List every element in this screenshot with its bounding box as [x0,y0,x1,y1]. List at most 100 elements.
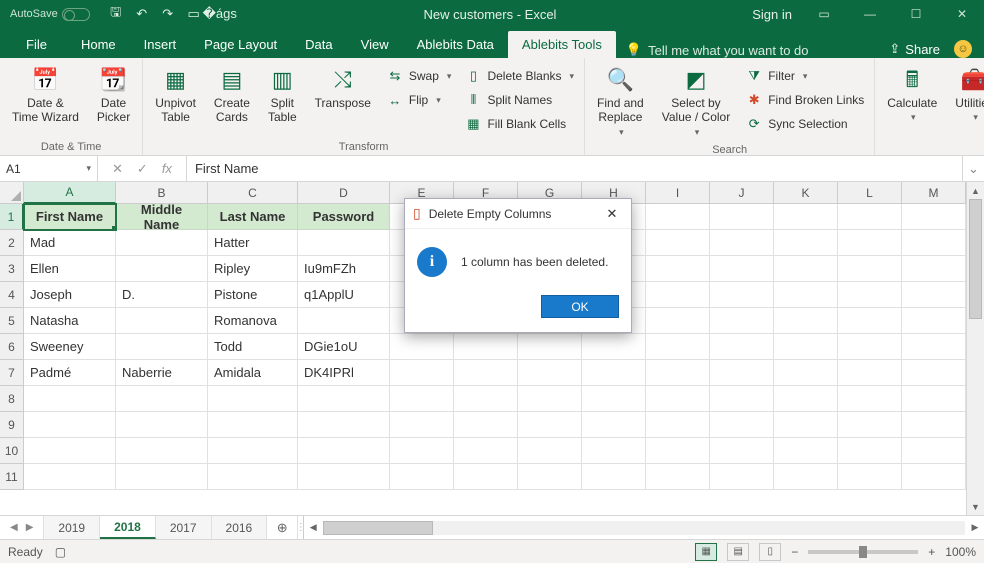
cell[interactable]: Password [298,204,390,230]
expand-formula-bar-icon[interactable]: ⌄ [962,156,984,181]
cell[interactable] [298,230,390,256]
cell[interactable] [518,412,582,438]
cell[interactable] [454,360,518,386]
column-header[interactable]: A [24,182,116,204]
new-file-icon[interactable]: ▭ [186,6,202,22]
save-icon[interactable]: 🖫 [108,6,124,22]
cell[interactable]: D. [116,282,208,308]
cell[interactable] [774,256,838,282]
column-header[interactable]: I [646,182,710,204]
cell[interactable] [518,334,582,360]
cell[interactable] [774,360,838,386]
cell[interactable]: Padmé [24,360,116,386]
cell[interactable] [838,230,902,256]
cell[interactable] [390,360,454,386]
cell[interactable] [298,412,390,438]
cell[interactable]: Romanova [208,308,298,334]
column-header[interactable]: D [298,182,390,204]
cell[interactable] [646,308,710,334]
cell[interactable] [774,412,838,438]
cell[interactable] [646,256,710,282]
calculate-button[interactable]: 🖩Calculate▾ [881,62,943,127]
cell[interactable] [710,308,774,334]
cell[interactable]: Naberrie [116,360,208,386]
horizontal-scrollbar[interactable]: ⋮ ◀ ▶ [297,516,984,539]
filter-button[interactable]: ⧩Filter▾ [742,66,868,86]
row-header[interactable]: 6 [0,334,24,360]
date-time-wizard-button[interactable]: 📅Date & Time Wizard [6,62,85,129]
cell[interactable] [390,438,454,464]
cell[interactable]: Ellen [24,256,116,282]
row-header[interactable]: 3 [0,256,24,282]
cell[interactable] [902,438,966,464]
column-header[interactable]: J [710,182,774,204]
cell[interactable] [838,282,902,308]
cell[interactable] [774,464,838,490]
share-button[interactable]: ⇪Share [889,41,940,57]
tell-me-search[interactable]: 💡 Tell me what you want to do [626,42,809,58]
row-header[interactable]: 5 [0,308,24,334]
cell[interactable] [646,464,710,490]
feedback-smiley-icon[interactable]: ☺ [954,40,972,58]
cell[interactable] [710,204,774,230]
cell[interactable] [24,464,116,490]
cell[interactable] [646,334,710,360]
utilities-button[interactable]: 🧰Utilities▾ [949,62,984,127]
cell[interactable] [838,334,902,360]
scroll-right-icon[interactable]: ▶ [966,522,984,533]
add-sheet-button[interactable]: ⊕ [267,516,297,539]
flip-button[interactable]: ↔Flip▾ [383,90,456,110]
cell[interactable] [710,438,774,464]
column-header[interactable]: K [774,182,838,204]
view-page-break-icon[interactable]: ▯ [759,543,781,561]
cell[interactable] [838,412,902,438]
cell[interactable]: Joseph [24,282,116,308]
cell[interactable] [208,386,298,412]
row-header[interactable]: 8 [0,386,24,412]
zoom-out-icon[interactable]: − [791,545,798,559]
cell[interactable] [116,412,208,438]
tab-data[interactable]: Data [291,31,346,58]
row-header[interactable]: 11 [0,464,24,490]
cell[interactable] [838,360,902,386]
maximize-icon[interactable]: ☐ [902,4,930,24]
tab-file[interactable]: File [12,31,61,58]
cell[interactable] [298,438,390,464]
name-box[interactable]: A1 ▾ [0,156,98,181]
cell[interactable]: Last Name [208,204,298,230]
fx-icon[interactable]: fx [162,161,172,176]
split-names-button[interactable]: ⦀Split Names [461,90,578,110]
column-header[interactable]: B [116,182,208,204]
cell[interactable] [646,412,710,438]
cell[interactable] [518,386,582,412]
fill-blank-cells-button[interactable]: ▦Fill Blank Cells [461,114,578,134]
cell[interactable]: q1ApplU [298,282,390,308]
enter-formula-icon[interactable]: ✓ [137,161,148,177]
row-header[interactable]: 2 [0,230,24,256]
cell[interactable] [454,464,518,490]
ribbon-display-icon[interactable]: ▭ [810,4,838,24]
scroll-left-icon[interactable]: ◀ [304,522,322,533]
cell[interactable] [582,412,646,438]
undo-icon[interactable]: ↶ [134,6,150,22]
cell[interactable] [710,386,774,412]
cell[interactable] [24,386,116,412]
cell[interactable] [710,256,774,282]
unpivot-table-button[interactable]: ▦Unpivot Table [149,62,202,129]
cell[interactable] [902,360,966,386]
row-header[interactable]: 9 [0,412,24,438]
cell[interactable] [902,282,966,308]
find-replace-button[interactable]: 🔍Find and Replace▾ [591,62,650,142]
sheet-tab[interactable]: 2017 [156,516,212,539]
cell[interactable] [838,438,902,464]
cell[interactable] [838,256,902,282]
cell[interactable] [390,334,454,360]
cell[interactable] [774,282,838,308]
cell[interactable] [454,438,518,464]
cell[interactable]: Hatter [208,230,298,256]
cell[interactable] [902,230,966,256]
create-cards-button[interactable]: ▤Create Cards [208,62,256,129]
cell[interactable] [208,412,298,438]
cell[interactable] [902,334,966,360]
sheet-tab[interactable]: 2018 [100,516,156,539]
